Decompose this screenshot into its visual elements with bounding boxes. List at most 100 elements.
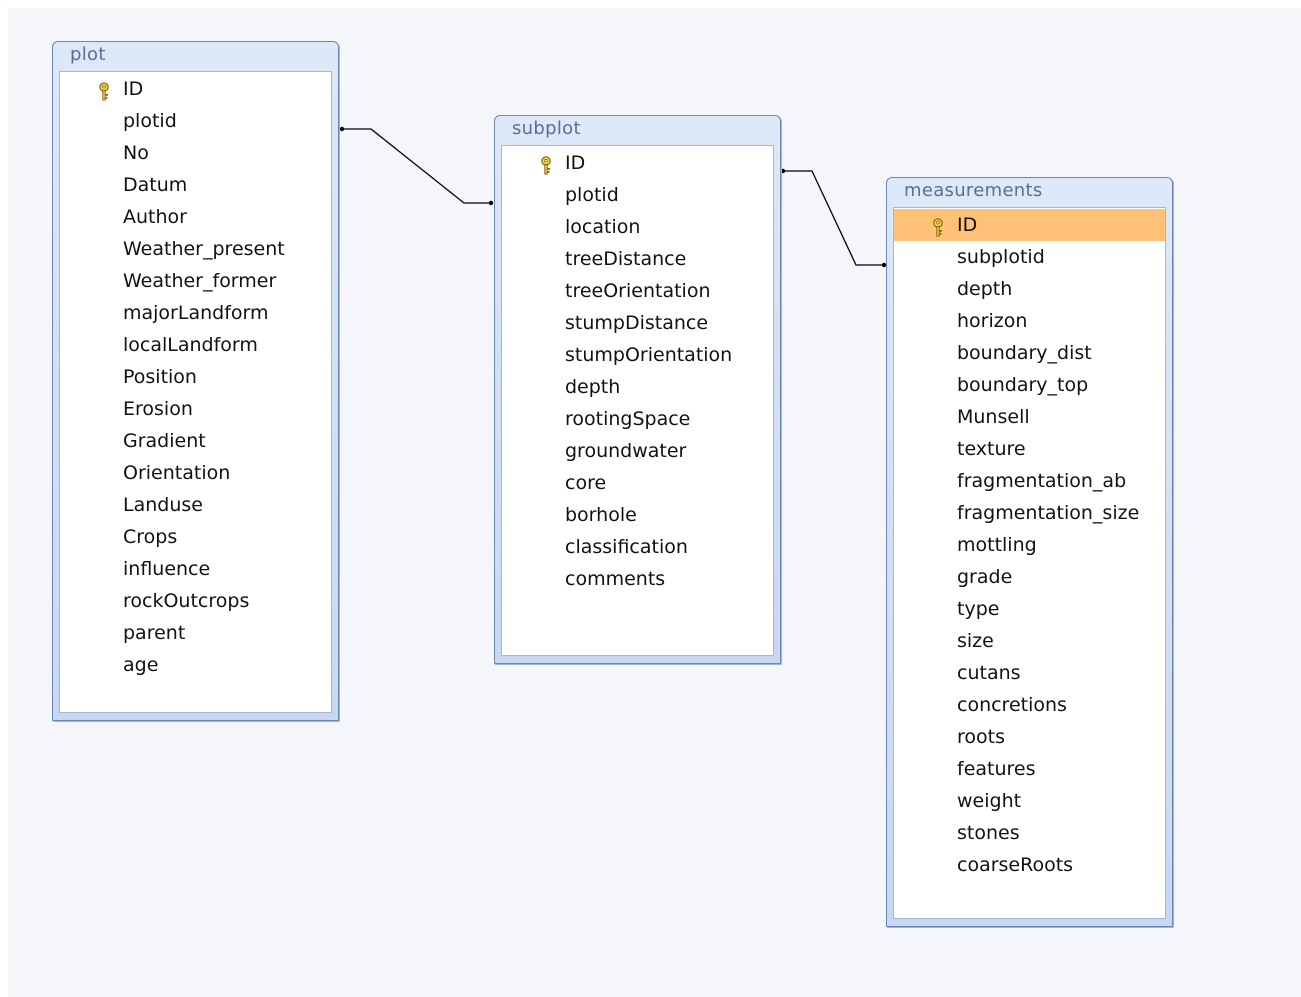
field-measurements-subplotid[interactable]: subplotid	[894, 241, 1165, 273]
field-subplot-comments[interactable]: comments	[502, 563, 773, 595]
table-title-plot[interactable]: plot	[53, 42, 338, 68]
field-label: treeOrientation	[565, 280, 711, 302]
field-measurements-fragmentation_ab[interactable]: fragmentation_ab	[894, 465, 1165, 497]
field-label: cutans	[957, 662, 1021, 684]
field-plot-erosion[interactable]: Erosion	[60, 393, 331, 425]
field-plot-landuse[interactable]: Landuse	[60, 489, 331, 521]
field-measurements-depth[interactable]: depth	[894, 273, 1165, 305]
table-title-subplot[interactable]: subplot	[495, 116, 780, 142]
field-label: texture	[957, 438, 1026, 460]
field-plot-no[interactable]: No	[60, 137, 331, 169]
field-measurements-coarseroots[interactable]: coarseRoots	[894, 849, 1165, 881]
field-measurements-features[interactable]: features	[894, 753, 1165, 785]
field-label: depth	[957, 278, 1013, 300]
field-measurements-fragmentation_size[interactable]: fragmentation_size	[894, 497, 1165, 529]
field-measurements-mottling[interactable]: mottling	[894, 529, 1165, 561]
field-plot-weather_present[interactable]: Weather_present	[60, 233, 331, 265]
field-measurements-horizon[interactable]: horizon	[894, 305, 1165, 337]
field-label: weight	[957, 790, 1022, 812]
field-label: roots	[957, 726, 1005, 748]
field-plot-crops[interactable]: Crops	[60, 521, 331, 553]
field-subplot-core[interactable]: core	[502, 467, 773, 499]
field-label: groundwater	[565, 440, 687, 462]
table-measurements[interactable]: measurements ID subplotid depth horizon boun…	[886, 177, 1173, 927]
field-label: localLandform	[123, 334, 258, 356]
field-label: boundary_dist	[957, 342, 1092, 364]
field-label: parent	[123, 622, 186, 644]
field-label: classification	[565, 536, 688, 558]
field-measurements-type[interactable]: type	[894, 593, 1165, 625]
field-subplot-treedistance[interactable]: treeDistance	[502, 243, 773, 275]
field-label: rootingSpace	[565, 408, 691, 430]
field-label: plotid	[123, 110, 177, 132]
field-plot-weather_former[interactable]: Weather_former	[60, 265, 331, 297]
field-label: subplotid	[957, 246, 1045, 268]
field-label: Position	[123, 366, 197, 388]
field-subplot-groundwater[interactable]: groundwater	[502, 435, 773, 467]
field-measurements-size[interactable]: size	[894, 625, 1165, 657]
field-label: stones	[957, 822, 1020, 844]
field-measurements-munsell[interactable]: Munsell	[894, 401, 1165, 433]
table-plot[interactable]: plot ID plotid No Datum Author Weather_presen…	[52, 41, 339, 721]
field-subplot-treeorientation[interactable]: treeOrientation	[502, 275, 773, 307]
field-label: boundary_top	[957, 374, 1089, 396]
field-plot-orientation[interactable]: Orientation	[60, 457, 331, 489]
field-measurements-grade[interactable]: grade	[894, 561, 1165, 593]
field-plot-rockoutcrops[interactable]: rockOutcrops	[60, 585, 331, 617]
field-label: comments	[565, 568, 666, 590]
field-plot-influence[interactable]: influence	[60, 553, 331, 585]
table-title-measurements[interactable]: measurements	[887, 178, 1172, 204]
field-subplot-depth[interactable]: depth	[502, 371, 773, 403]
field-subplot-id[interactable]: ID	[502, 147, 773, 179]
key-icon	[932, 215, 944, 237]
field-label: No	[123, 142, 149, 164]
field-label: type	[957, 598, 1000, 620]
field-label: Author	[123, 206, 187, 228]
table-subplot[interactable]: subplot ID plotid location treeDistance tree…	[494, 115, 781, 664]
field-label: mottling	[957, 534, 1037, 556]
field-label: Weather_present	[123, 238, 285, 260]
key-icon	[98, 79, 110, 101]
field-measurements-stones[interactable]: stones	[894, 817, 1165, 849]
field-label: ID	[123, 78, 144, 100]
field-label: Weather_former	[123, 270, 277, 292]
field-subplot-stumpdistance[interactable]: stumpDistance	[502, 307, 773, 339]
field-label: fragmentation_size	[957, 502, 1140, 524]
field-label: age	[123, 654, 159, 676]
field-subplot-stumporientation[interactable]: stumpOrientation	[502, 339, 773, 371]
field-label: coarseRoots	[957, 854, 1074, 876]
field-measurements-texture[interactable]: texture	[894, 433, 1165, 465]
field-plot-majorlandform[interactable]: majorLandform	[60, 297, 331, 329]
field-subplot-plotid[interactable]: plotid	[502, 179, 773, 211]
key-icon	[540, 153, 552, 175]
field-label: rockOutcrops	[123, 590, 250, 612]
field-list-subplot[interactable]: ID plotid location treeDistance treeOrientat…	[501, 145, 774, 656]
field-subplot-borhole[interactable]: borhole	[502, 499, 773, 531]
field-plot-gradient[interactable]: Gradient	[60, 425, 331, 457]
field-list-measurements[interactable]: ID subplotid depth horizon boundary_distboun…	[893, 207, 1166, 919]
field-measurements-concretions[interactable]: concretions	[894, 689, 1165, 721]
field-measurements-boundary_dist[interactable]: boundary_dist	[894, 337, 1165, 369]
field-plot-author[interactable]: Author	[60, 201, 331, 233]
field-subplot-classification[interactable]: classification	[502, 531, 773, 563]
field-plot-id[interactable]: ID	[60, 73, 331, 105]
field-label: Gradient	[123, 430, 206, 452]
field-label: size	[957, 630, 994, 652]
field-plot-position[interactable]: Position	[60, 361, 331, 393]
field-measurements-roots[interactable]: roots	[894, 721, 1165, 753]
field-plot-plotid[interactable]: plotid	[60, 105, 331, 137]
field-plot-datum[interactable]: Datum	[60, 169, 331, 201]
field-measurements-boundary_top[interactable]: boundary_top	[894, 369, 1165, 401]
field-measurements-cutans[interactable]: cutans	[894, 657, 1165, 689]
field-subplot-rootingspace[interactable]: rootingSpace	[502, 403, 773, 435]
field-measurements-id[interactable]: ID	[894, 209, 1165, 241]
field-label: depth	[565, 376, 621, 398]
field-subplot-location[interactable]: location	[502, 211, 773, 243]
field-measurements-weight[interactable]: weight	[894, 785, 1165, 817]
field-plot-locallandform[interactable]: localLandform	[60, 329, 331, 361]
field-label: stumpOrientation	[565, 344, 733, 366]
field-plot-age[interactable]: age	[60, 649, 331, 681]
field-label: horizon	[957, 310, 1028, 332]
field-plot-parent[interactable]: parent	[60, 617, 331, 649]
field-list-plot[interactable]: ID plotid No Datum Author Weather_present Weat…	[59, 71, 332, 713]
